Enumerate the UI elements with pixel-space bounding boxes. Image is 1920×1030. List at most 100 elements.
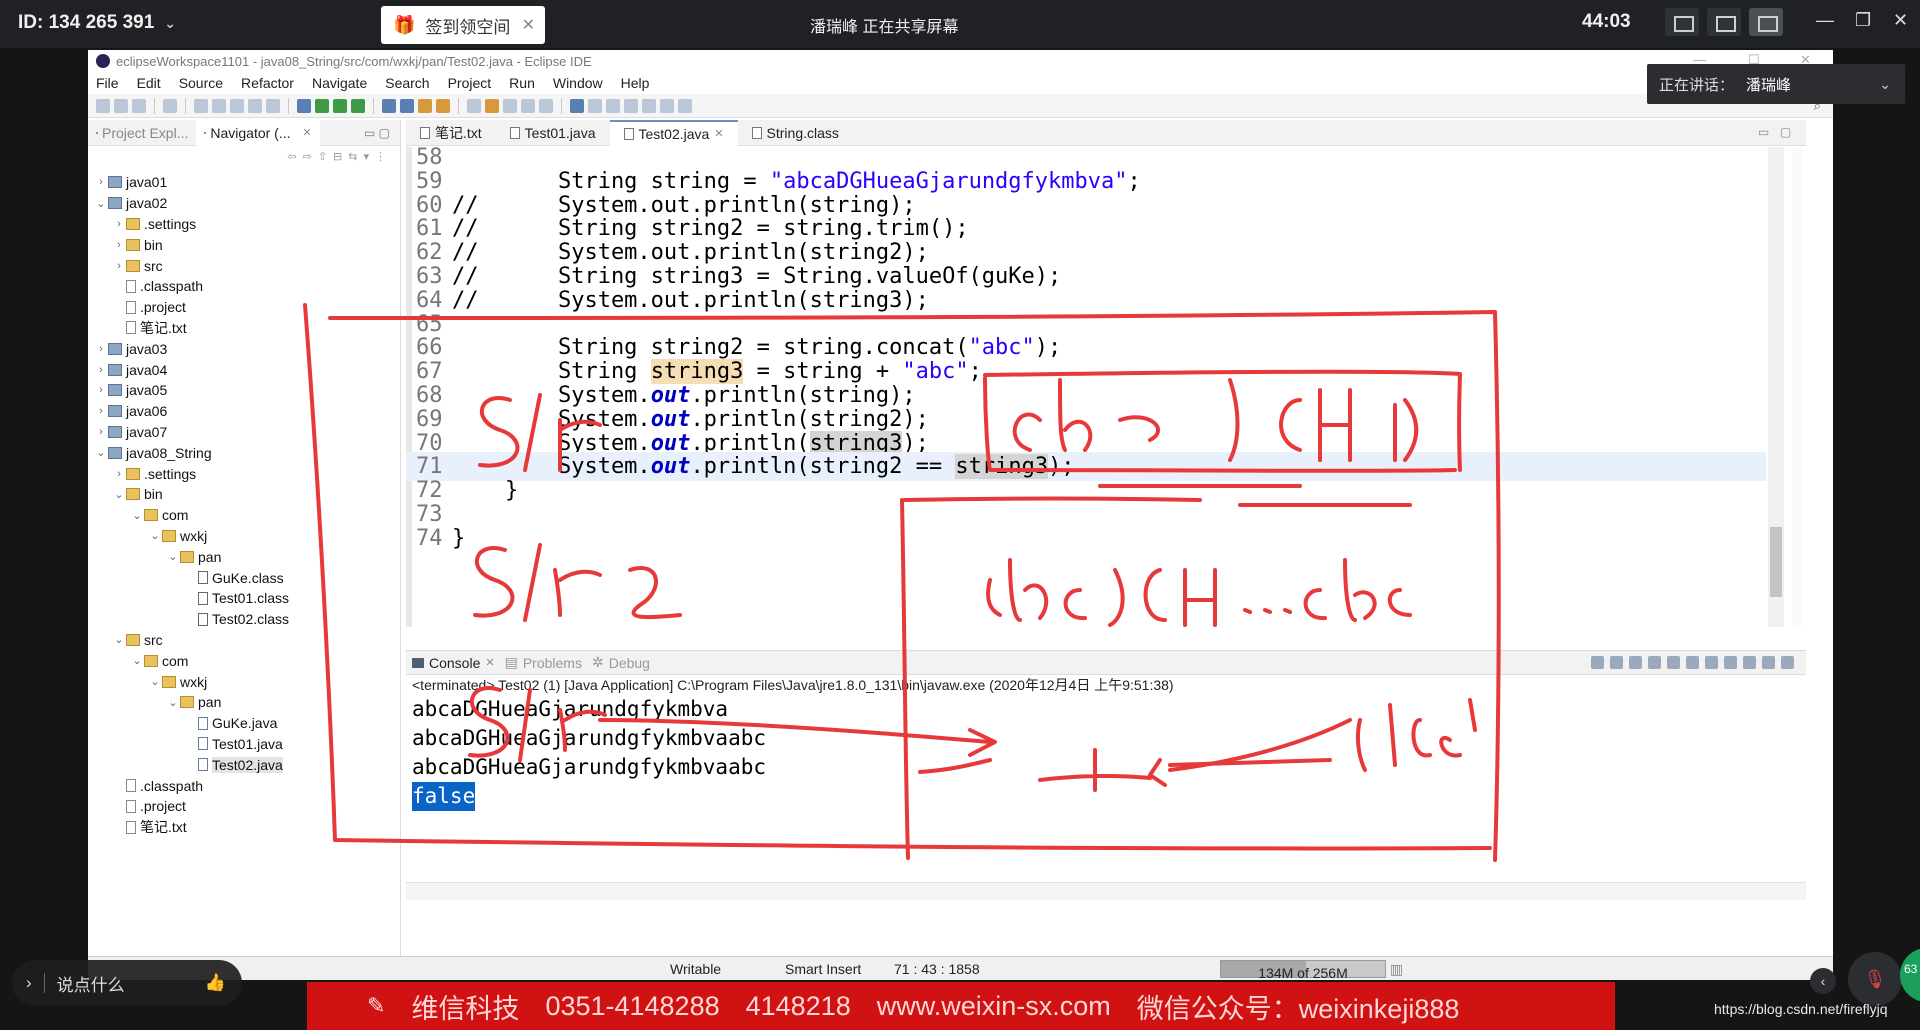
console-minimize-icon[interactable] [1762, 656, 1775, 669]
skip-icon[interactable] [212, 98, 226, 113]
filter-icon[interactable]: ▾ [363, 150, 369, 163]
code-area[interactable]: 58 59 String string = "abcaDGHueaGjarundg… [406, 147, 1806, 627]
heap-status[interactable]: 134M of 256M [1220, 960, 1386, 980]
search-tool-icon[interactable] [467, 98, 481, 113]
chevron-down-icon[interactable]: ⌄ [94, 446, 108, 459]
tree-item[interactable]: ⌄ java02 [88, 193, 400, 214]
format-icon[interactable] [521, 98, 535, 113]
editor-tab[interactable]: Test02.java ✕ [609, 119, 738, 146]
console-maximize-icon[interactable] [1781, 656, 1794, 669]
chevron-right-icon[interactable]: › [26, 973, 32, 993]
console-output[interactable]: abcaDGHueaGjarundgfykmbva abcaDGHueaGjaru… [406, 695, 1806, 811]
new-class-icon[interactable] [382, 98, 396, 113]
chevron-right-icon[interactable]: › [112, 239, 126, 251]
chevron-left-icon[interactable]: ‹ [1810, 968, 1836, 994]
minimize-view-icon[interactable]: ▭ ▢ [364, 126, 390, 140]
chevron-right-icon[interactable]: › [112, 218, 126, 230]
menu-item-source[interactable]: Source [179, 75, 223, 91]
tree-item[interactable]: ⌄ src [88, 630, 400, 651]
tree-item[interactable]: ⌄ wxkj [88, 671, 400, 692]
tree-item[interactable]: ⌄ bin [88, 484, 400, 505]
chevron-right-icon[interactable]: › [94, 405, 108, 417]
scroll-lock-icon[interactable] [1667, 656, 1680, 669]
clear-console-icon[interactable] [1648, 656, 1661, 669]
editor-minimize-icon[interactable]: ▭ [1758, 125, 1769, 139]
tree-item[interactable]: › java06 [88, 401, 400, 422]
save-icon[interactable] [114, 98, 128, 113]
chevron-right-icon[interactable]: › [112, 260, 126, 272]
chevron-down-icon[interactable]: ⌄ [1879, 76, 1891, 93]
chevron-down-icon[interactable]: ⌄ [130, 509, 144, 522]
up-icon[interactable]: ⇧ [318, 150, 327, 163]
selected-output[interactable]: false [412, 782, 476, 811]
thumbs-up-icon[interactable]: 👍 [205, 973, 226, 993]
gc-icon[interactable]: ▥ [1390, 961, 1403, 978]
editor-tab[interactable]: 笔记.txt [406, 120, 496, 146]
run-icon[interactable] [315, 98, 329, 113]
tree-item[interactable]: Test02.java [88, 754, 400, 775]
tree-item[interactable]: › bin [88, 234, 400, 255]
tree-item[interactable]: ⌄ pan [88, 546, 400, 567]
annotation-icon[interactable] [503, 98, 517, 113]
open-console-icon[interactable] [1743, 656, 1756, 669]
forward-icon[interactable] [660, 98, 674, 113]
tree-item[interactable]: › java07 [88, 422, 400, 443]
coverage-icon[interactable] [351, 98, 365, 113]
pilcrow-icon[interactable] [539, 98, 553, 113]
step-over-icon[interactable] [266, 98, 280, 113]
tree-item[interactable]: ⌄ pan [88, 692, 400, 713]
tree-item[interactable]: › src [88, 255, 400, 276]
back-nav-icon[interactable]: ⇦ [287, 150, 296, 163]
editor-tab[interactable]: String.class [738, 120, 853, 146]
menu-item-edit[interactable]: Edit [137, 75, 161, 91]
chevron-down-icon[interactable]: ⌄ [112, 488, 126, 501]
tab-navigator[interactable]: Navigator (... ✕ [196, 119, 320, 146]
terminal-icon[interactable] [163, 98, 177, 113]
pin-icon[interactable] [588, 98, 602, 113]
chevron-down-icon[interactable]: ⌄ [166, 696, 180, 709]
debug-run-icon[interactable] [333, 98, 347, 113]
build-icon[interactable] [297, 98, 311, 113]
chevron-down-icon[interactable]: ⌄ [94, 197, 108, 210]
tree-item[interactable]: › java05 [88, 380, 400, 401]
view-menu-icon[interactable]: ⋮ [375, 150, 386, 163]
chevron-down-icon[interactable]: ⌄ [130, 654, 144, 667]
tree-item[interactable]: .classpath [88, 775, 400, 796]
tree-item[interactable]: .project [88, 297, 400, 318]
tree-item[interactable]: 笔记.txt [88, 817, 400, 838]
close-icon[interactable]: ✕ [714, 127, 723, 140]
prev-annotation-icon[interactable] [624, 98, 638, 113]
mark-icon[interactable] [485, 98, 499, 113]
collapse-all-icon[interactable]: ⊟ [333, 150, 342, 163]
menu-item-window[interactable]: Window [553, 75, 603, 91]
save-all-icon[interactable] [132, 98, 146, 113]
editor-scrollbar[interactable] [1768, 147, 1784, 627]
link-editor-icon[interactable]: ⇆ [348, 150, 357, 163]
chevron-right-icon[interactable]: › [94, 384, 108, 396]
close-icon[interactable]: ✕ [485, 656, 494, 669]
menu-item-navigate[interactable]: Navigate [312, 75, 367, 91]
share-layout-icon[interactable] [1749, 8, 1783, 36]
debug-icon[interactable] [194, 98, 208, 113]
chevron-down-icon[interactable]: ⌄ [112, 633, 126, 646]
pin-console-icon[interactable] [1705, 656, 1718, 669]
tab-console[interactable]: Console ✕ [412, 655, 495, 671]
minimize-icon[interactable]: — [1816, 10, 1834, 31]
menu-item-run[interactable]: Run [509, 75, 535, 91]
forward-nav-icon[interactable]: ⇨ [303, 150, 312, 163]
speaker-layout-icon[interactable] [1707, 8, 1741, 36]
chevron-right-icon[interactable]: › [94, 176, 108, 188]
remove-all-icon[interactable] [1629, 656, 1642, 669]
remove-launch-icon[interactable] [1610, 656, 1623, 669]
tree-item[interactable]: ⌄ java08_String [88, 442, 400, 463]
editor-maximize-icon[interactable]: ▢ [1780, 125, 1791, 139]
tree-item[interactable]: ⌄ com [88, 505, 400, 526]
tab-debug[interactable]: ✲ Debug [592, 654, 650, 671]
chevron-down-icon[interactable]: ⌄ [166, 550, 180, 563]
editor-tab[interactable]: Test01.java [496, 120, 610, 146]
chevron-down-icon[interactable]: ⌄ [148, 529, 162, 542]
chevron-right-icon[interactable]: › [112, 468, 126, 480]
new-package-icon[interactable] [400, 98, 414, 113]
console-hscrollbar[interactable] [406, 882, 1806, 900]
tree-item[interactable]: GuKe.java [88, 713, 400, 734]
